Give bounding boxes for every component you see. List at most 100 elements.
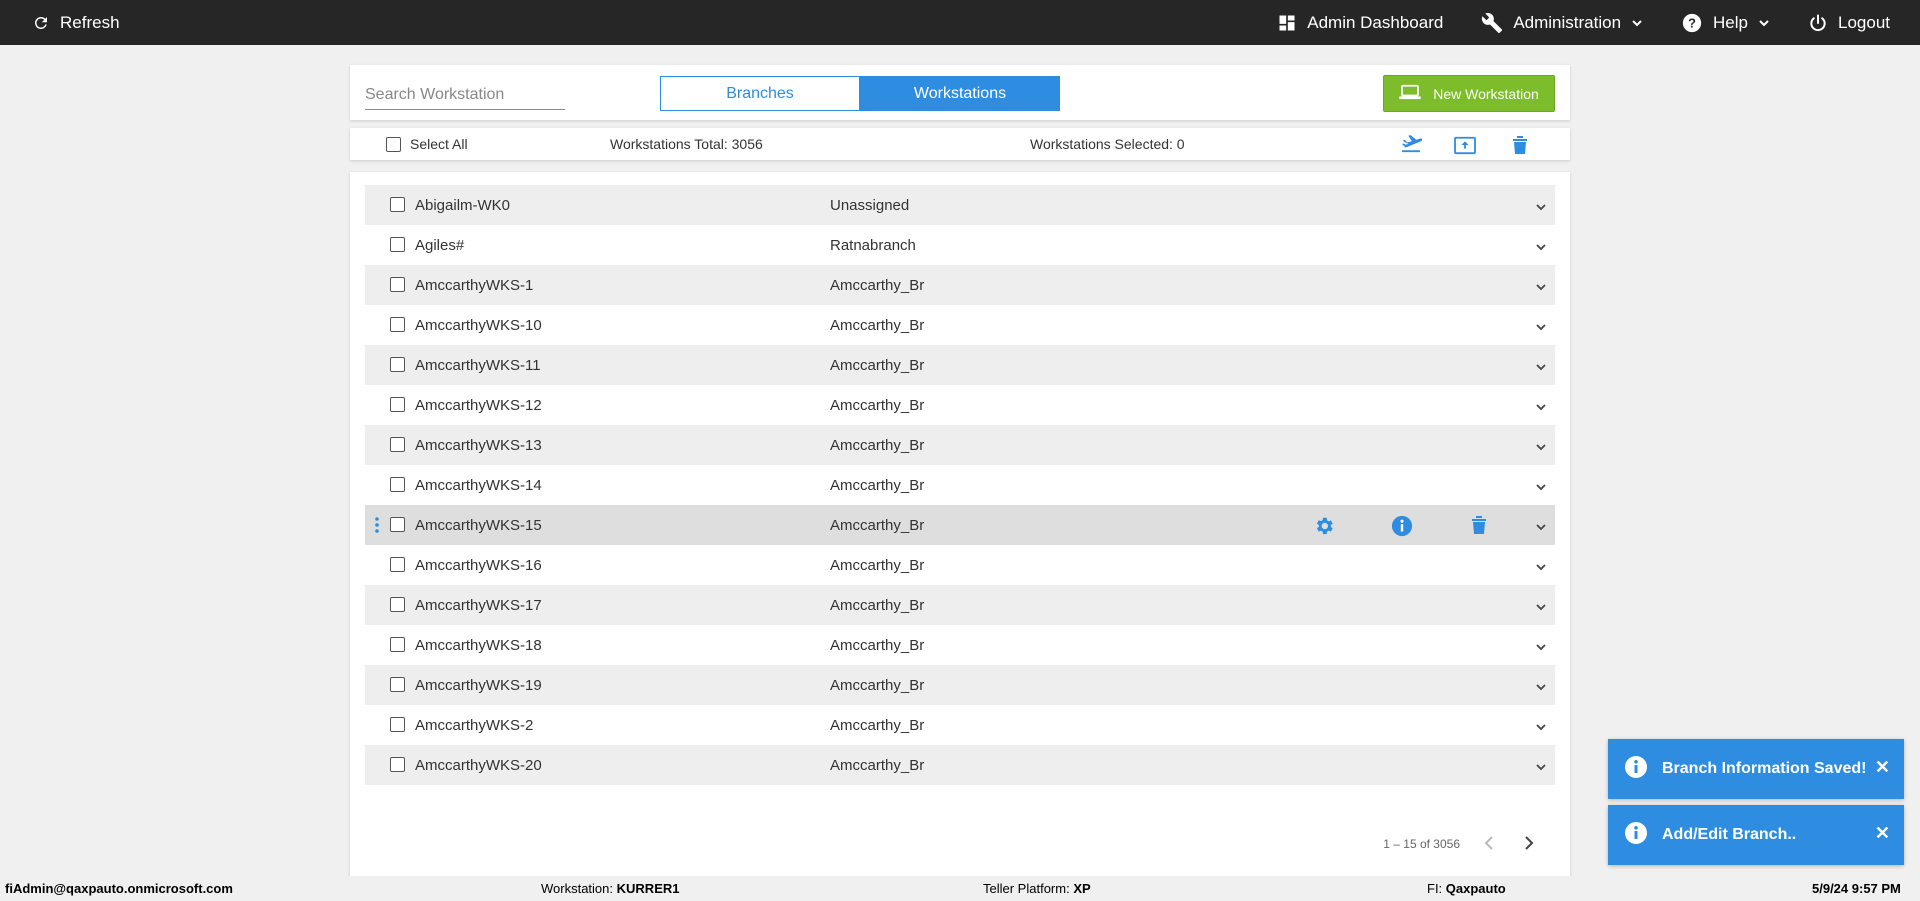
chevron-right-icon[interactable]	[1523, 835, 1535, 856]
chevron-left-icon[interactable]	[1483, 835, 1495, 856]
workstation-branch: Amccarthy_Br	[830, 396, 925, 414]
workstation-name: Abigailm-WK0	[415, 196, 511, 214]
help-menu[interactable]: ? Help	[1681, 12, 1770, 34]
new-workstation-label: New Workstation	[1433, 85, 1539, 102]
tab-group: Branches Workstations	[660, 76, 1060, 111]
workstation-name: AmccarthyWKS-15	[415, 516, 542, 534]
row-checkbox[interactable]	[390, 597, 405, 612]
table-row[interactable]: AmccarthyWKS-18 Amccarthy_Br	[365, 625, 1555, 665]
status-fi: FI: Qaxpauto	[1427, 881, 1506, 896]
table-row[interactable]: Agiles# Ratnabranch	[365, 225, 1555, 265]
trash-icon[interactable]	[1471, 515, 1487, 539]
close-icon[interactable]: ✕	[1875, 823, 1890, 844]
gear-icon[interactable]	[1313, 515, 1335, 541]
chevron-down-icon[interactable]	[1535, 519, 1547, 536]
workstation-name: AmccarthyWKS-19	[415, 676, 542, 694]
chevron-down-icon[interactable]	[1535, 319, 1547, 336]
power-icon	[1808, 13, 1828, 33]
toast-notification: Branch Information Saved! ✕	[1608, 739, 1904, 799]
row-checkbox[interactable]	[390, 437, 405, 452]
pagination-range: 1 – 15 of 3056	[1383, 837, 1460, 851]
chevron-down-icon[interactable]	[1535, 279, 1547, 296]
chevron-down-icon[interactable]	[1535, 359, 1547, 376]
table-row[interactable]: AmccarthyWKS-19 Amccarthy_Br	[365, 665, 1555, 705]
workstation-branch: Unassigned	[830, 196, 910, 214]
chevron-down-icon[interactable]	[1535, 239, 1547, 256]
top-navigation-bar: Refresh Admin Dashboard Administration ?…	[0, 0, 1920, 45]
tab-workstations[interactable]: Workstations	[860, 76, 1060, 111]
new-workstation-button[interactable]: New Workstation	[1383, 75, 1555, 112]
chevron-down-icon[interactable]	[1535, 759, 1547, 776]
workstations-total: Workstations Total: 3056	[610, 136, 763, 152]
logout-label: Logout	[1838, 12, 1890, 32]
row-checkbox[interactable]	[390, 517, 405, 532]
workstation-name: AmccarthyWKS-16	[415, 556, 542, 574]
workstation-branch: Amccarthy_Br	[830, 316, 925, 334]
laptop-icon	[1399, 84, 1421, 103]
chevron-down-icon[interactable]	[1535, 559, 1547, 576]
chevron-down-icon[interactable]	[1535, 199, 1547, 216]
select-all-checkbox[interactable]	[386, 136, 401, 152]
row-checkbox[interactable]	[390, 757, 405, 772]
row-checkbox[interactable]	[390, 277, 405, 292]
row-checkbox[interactable]	[390, 637, 405, 652]
row-checkbox[interactable]	[390, 237, 405, 252]
table-row[interactable]: AmccarthyWKS-20 Amccarthy_Br	[365, 745, 1555, 785]
airplane-move-icon[interactable]	[1400, 135, 1423, 156]
row-checkbox[interactable]	[390, 557, 405, 572]
row-checkbox[interactable]	[390, 397, 405, 412]
table-row[interactable]: AmccarthyWKS-2 Amccarthy_Br	[365, 705, 1555, 745]
chevron-down-icon[interactable]	[1535, 719, 1547, 736]
row-checkbox[interactable]	[390, 357, 405, 372]
row-checkbox[interactable]	[390, 717, 405, 732]
dashboard-icon	[1277, 13, 1297, 33]
chevron-down-icon[interactable]	[1535, 599, 1547, 616]
workstation-name: AmccarthyWKS-20	[415, 756, 542, 774]
workstations-selected: Workstations Selected: 0	[1030, 136, 1185, 152]
row-checkbox[interactable]	[390, 317, 405, 332]
workstation-branch: Ratnabranch	[830, 236, 916, 254]
info-icon[interactable]	[1391, 515, 1413, 541]
logout-button[interactable]: Logout	[1808, 13, 1890, 33]
select-all-label: Select All	[410, 136, 468, 152]
table-row[interactable]: AmccarthyWKS-12 Amccarthy_Br	[365, 385, 1555, 425]
status-user: fiAdmin@qaxpauto.onmicrosoft.com	[5, 881, 233, 896]
table-row[interactable]: AmccarthyWKS-10 Amccarthy_Br	[365, 305, 1555, 345]
chevron-down-icon[interactable]	[1535, 679, 1547, 696]
admin-dashboard-link[interactable]: Admin Dashboard	[1277, 13, 1443, 33]
administration-menu[interactable]: Administration	[1481, 12, 1643, 34]
workstation-branch: Amccarthy_Br	[830, 636, 925, 654]
refresh-button[interactable]: Refresh	[32, 0, 120, 45]
row-checkbox[interactable]	[390, 677, 405, 692]
chevron-down-icon[interactable]	[1535, 439, 1547, 456]
tab-branches[interactable]: Branches	[660, 76, 860, 111]
table-row[interactable]: Abigailm-WK0 Unassigned	[365, 185, 1555, 225]
row-checkbox[interactable]	[390, 477, 405, 492]
workstation-branch: Amccarthy_Br	[830, 476, 925, 494]
workstation-list-card: Abigailm-WK0 Unassigned Agiles# Ratnabranch…	[350, 172, 1570, 876]
table-row[interactable]: AmccarthyWKS-15 Amccarthy_Br	[365, 505, 1555, 545]
row-checkbox[interactable]	[390, 197, 405, 212]
chevron-down-icon[interactable]	[1535, 639, 1547, 656]
more-vert-icon[interactable]	[375, 517, 379, 537]
chevron-down-icon[interactable]	[1535, 399, 1547, 416]
table-row[interactable]: AmccarthyWKS-11 Amccarthy_Br	[365, 345, 1555, 385]
table-row[interactable]: AmccarthyWKS-14 Amccarthy_Br	[365, 465, 1555, 505]
chevron-down-icon[interactable]	[1535, 479, 1547, 496]
table-row[interactable]: AmccarthyWKS-13 Amccarthy_Br	[365, 425, 1555, 465]
status-fi-label: FI:	[1427, 881, 1443, 896]
table-row[interactable]: AmccarthyWKS-1 Amccarthy_Br	[365, 265, 1555, 305]
trash-icon[interactable]	[1512, 135, 1528, 158]
workstation-name: Agiles#	[415, 236, 465, 254]
select-all[interactable]: Select All	[386, 128, 468, 160]
workstation-name: AmccarthyWKS-1	[415, 276, 534, 294]
upload-icon[interactable]	[1454, 135, 1476, 158]
table-row[interactable]: AmccarthyWKS-16 Amccarthy_Br	[365, 545, 1555, 585]
close-icon[interactable]: ✕	[1875, 757, 1890, 778]
table-row[interactable]: AmccarthyWKS-17 Amccarthy_Br	[365, 585, 1555, 625]
status-workstation-value: KURRER1	[616, 881, 680, 896]
search-input[interactable]	[365, 80, 565, 110]
workstation-branch: Amccarthy_Br	[830, 716, 925, 734]
workstation-name: AmccarthyWKS-10	[415, 316, 542, 334]
toast-message: Branch Information Saved!	[1662, 760, 1867, 777]
